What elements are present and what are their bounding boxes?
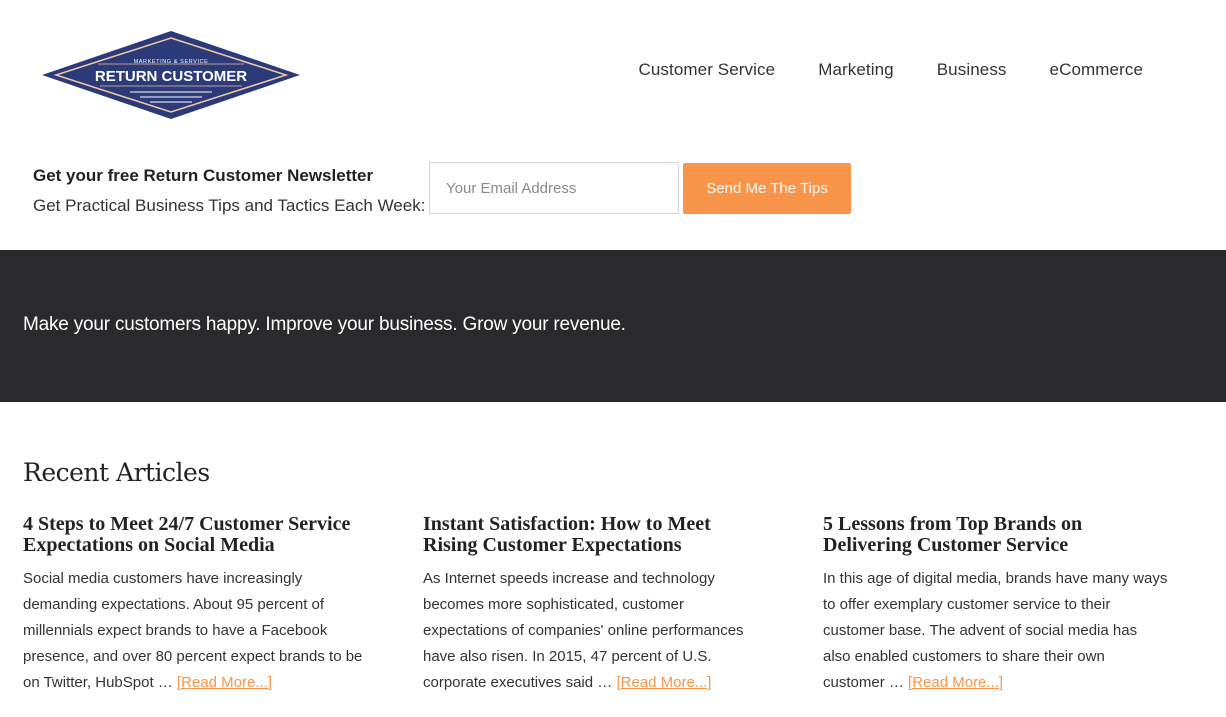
hero-banner: Make your customers happy. Improve your …	[0, 250, 1226, 402]
article-excerpt: Social media customers have increasingly…	[23, 566, 368, 696]
nav-marketing[interactable]: Marketing	[818, 60, 894, 80]
main-nav: Customer Service Marketing Business eCom…	[638, 60, 1143, 80]
send-tips-button[interactable]: Send Me The Tips	[683, 163, 851, 214]
article-excerpt-text: In this age of digital media, brands hav…	[823, 570, 1168, 691]
article-title-link[interactable]: 4 Steps to Meet 24/7 Customer Service Ex…	[23, 514, 368, 556]
article-title-link[interactable]: 5 Lessons from Top Brands on Delivering …	[823, 514, 1168, 556]
svg-text:RETURN CUSTOMER: RETURN CUSTOMER	[95, 68, 247, 85]
article-card: Instant Satisfaction: How to Meet Rising…	[423, 514, 768, 696]
article-excerpt-text: Social media customers have increasingly…	[23, 570, 363, 691]
article-title-link[interactable]: Instant Satisfaction: How to Meet Rising…	[423, 514, 768, 556]
article-card: 5 Lessons from Top Brands on Delivering …	[823, 514, 1168, 696]
article-excerpt: In this age of digital media, brands hav…	[823, 566, 1168, 696]
newsletter-title: Get your free Return Customer Newsletter	[33, 166, 374, 185]
banner-tagline: Make your customers happy. Improve your …	[23, 314, 626, 335]
newsletter-subtitle: Get Practical Business Tips and Tactics …	[33, 196, 426, 215]
site-logo[interactable]: MARKETING & SERVICE RETURN CUSTOMER	[40, 30, 302, 120]
read-more-link[interactable]: [Read More...]	[616, 674, 711, 691]
nav-ecommerce[interactable]: eCommerce	[1050, 60, 1143, 80]
article-excerpt: As Internet speeds increase and technolo…	[423, 566, 768, 696]
email-input[interactable]	[429, 162, 679, 214]
svg-text:MARKETING & SERVICE: MARKETING & SERVICE	[134, 59, 209, 65]
nav-business[interactable]: Business	[937, 60, 1007, 80]
return-customer-logo-icon: MARKETING & SERVICE RETURN CUSTOMER	[42, 31, 300, 119]
recent-articles-heading: Recent Articles	[23, 458, 210, 487]
article-card: 4 Steps to Meet 24/7 Customer Service Ex…	[23, 514, 368, 696]
newsletter-text: Get your free Return Customer Newsletter…	[33, 165, 425, 217]
nav-customer-service[interactable]: Customer Service	[638, 60, 775, 80]
read-more-link[interactable]: [Read More...]	[908, 674, 1003, 691]
read-more-link[interactable]: [Read More...]	[177, 674, 272, 691]
article-excerpt-text: As Internet speeds increase and technolo…	[423, 570, 744, 691]
